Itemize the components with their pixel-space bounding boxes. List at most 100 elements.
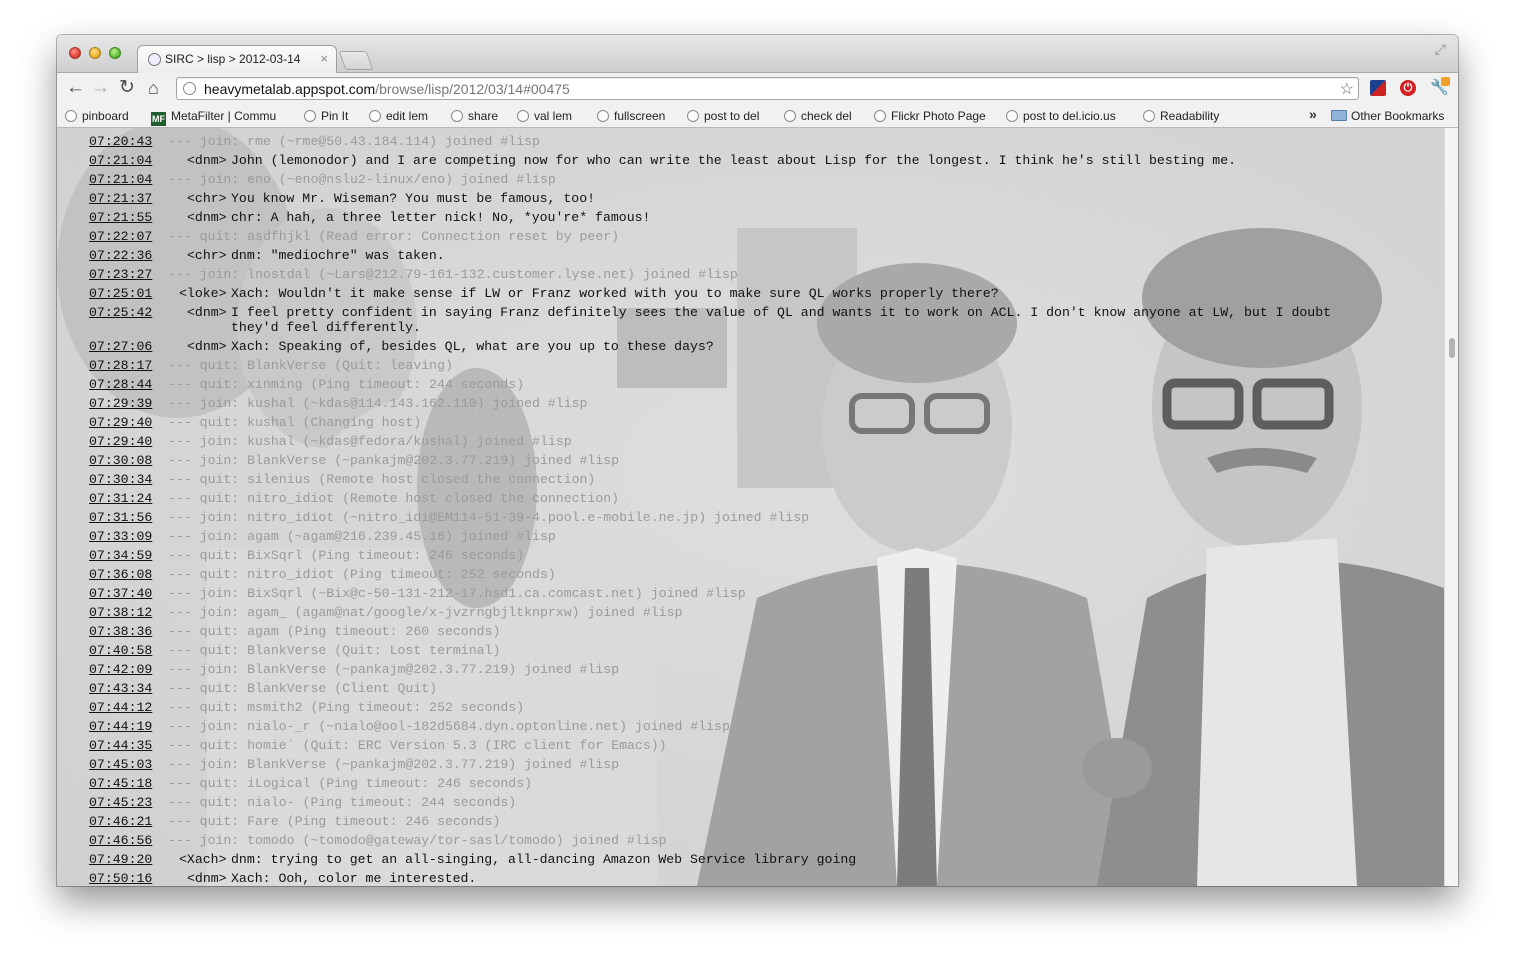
timestamp-link[interactable]: 07:31:56	[89, 510, 152, 525]
log-row: 07:34:59 --- quit: BixSqrl (Ping timeout:…	[89, 546, 1439, 565]
timestamp-link[interactable]: 07:45:23	[89, 795, 152, 810]
message-text: Xach: Speaking of, besides QL, what are …	[231, 339, 714, 354]
timestamp-link[interactable]: 07:25:01	[89, 286, 152, 301]
timestamp-link[interactable]: 07:27:06	[89, 339, 152, 354]
timestamp-link[interactable]: 07:43:34	[89, 681, 152, 696]
timestamp-link[interactable]: 07:25:42	[89, 305, 152, 320]
bookmark-post-to-del[interactable]: post to del	[687, 108, 759, 124]
globe-icon	[687, 110, 699, 122]
globe-icon	[304, 110, 316, 122]
timestamp-link[interactable]: 07:45:03	[89, 757, 152, 772]
bookmark-readability[interactable]: Readability	[1143, 108, 1219, 124]
globe-icon	[148, 53, 161, 66]
timestamp-link[interactable]: 07:46:56	[89, 833, 152, 848]
log-event: --- join: BlankVerse (~pankajm@202.3.77.…	[168, 453, 620, 468]
log-event: --- quit: iLogical (Ping timeout: 246 se…	[168, 776, 533, 791]
timestamp-link[interactable]: 07:44:19	[89, 719, 152, 734]
timestamp-link[interactable]: 07:38:36	[89, 624, 152, 639]
timestamp-link[interactable]: 07:42:09	[89, 662, 152, 677]
log-event: --- quit: Fare (Ping timeout: 246 second…	[168, 814, 501, 829]
tab-close-icon[interactable]: ×	[320, 51, 328, 66]
timestamp-link[interactable]: 07:29:39	[89, 396, 152, 411]
bookmark-pinboard[interactable]: pinboard	[65, 108, 129, 124]
bookmark-label: val lem	[534, 109, 573, 123]
new-tab-button[interactable]	[338, 51, 374, 70]
timestamp-link[interactable]: 07:38:12	[89, 605, 152, 620]
timestamp-link[interactable]: 07:30:08	[89, 453, 152, 468]
fullscreen-icon[interactable]: ⤢	[1435, 41, 1446, 58]
timestamp-link[interactable]: 07:31:24	[89, 491, 152, 506]
timestamp-link[interactable]: 07:21:55	[89, 210, 152, 225]
home-icon[interactable]: ⌂	[148, 78, 159, 98]
nick: <dnm>	[187, 305, 227, 320]
timestamp-link[interactable]: 07:21:04	[89, 153, 152, 168]
bookmark-metafilter[interactable]: MF MetaFilter | Commu	[151, 108, 276, 126]
log-row: 07:31:56 --- join: nitro_idiot (~nitro_id…	[89, 508, 1439, 527]
timestamp-link[interactable]: 07:20:43	[89, 134, 152, 149]
reload-icon[interactable]: ↻	[119, 78, 135, 98]
zoom-window-button[interactable]	[109, 47, 121, 59]
timestamp-link[interactable]: 07:40:58	[89, 643, 152, 658]
minimize-window-button[interactable]	[89, 47, 101, 59]
globe-icon	[1006, 110, 1018, 122]
timestamp-link[interactable]: 07:22:36	[89, 248, 152, 263]
tab-active[interactable]: SIRC > lisp > 2012-03-14 ×	[137, 45, 337, 73]
bookmarks-overflow-icon[interactable]: »	[1309, 106, 1317, 122]
log-row: 07:33:09 --- join: agam (~agam@216.239.45…	[89, 527, 1439, 546]
timestamp-link[interactable]: 07:34:59	[89, 548, 152, 563]
log-event: --- quit: xinming (Ping timeout: 244 sec…	[168, 377, 525, 392]
timestamp-link[interactable]: 07:45:18	[89, 776, 152, 791]
bookmark-share[interactable]: share	[451, 108, 498, 124]
timestamp-link[interactable]: 07:49:20	[89, 852, 152, 867]
bookmark-label: pinboard	[82, 109, 129, 123]
timestamp-link[interactable]: 07:28:17	[89, 358, 152, 373]
timestamp-link[interactable]: 07:44:12	[89, 700, 152, 715]
log-event: --- join: rme (~rme@50.43.184.114) joine…	[168, 134, 540, 149]
globe-icon	[597, 110, 609, 122]
message-text: I feel pretty confident in saying Franz …	[231, 305, 1332, 335]
url-text[interactable]: heavymetalab.appspot.com/browse/lisp/201…	[204, 81, 570, 97]
timestamp-link[interactable]: 07:30:34	[89, 472, 152, 487]
timestamp-link[interactable]: 07:50:16	[89, 871, 152, 886]
other-bookmarks[interactable]: Other Bookmarks	[1331, 108, 1444, 124]
log-event: --- quit: asdfhjkl (Read error: Connecti…	[168, 229, 620, 244]
back-arrow-icon[interactable]: ←	[66, 78, 85, 98]
close-window-button[interactable]	[69, 47, 81, 59]
log-row: 07:27:06 <dnm> Xach: Speaking of, besides …	[89, 337, 1439, 356]
bookmark-val-lem[interactable]: val lem	[517, 108, 572, 124]
bookmark-check-del[interactable]: check del	[784, 108, 852, 124]
forward-arrow-icon[interactable]: →	[91, 78, 110, 98]
timestamp-link[interactable]: 07:28:44	[89, 377, 152, 392]
power-extension-icon[interactable]: ⏻	[1400, 80, 1416, 96]
bookmark-edit-lem[interactable]: edit lem	[369, 108, 428, 124]
scrollbar-thumb[interactable]	[1449, 338, 1455, 358]
timestamp-link[interactable]: 07:44:35	[89, 738, 152, 753]
timestamp-link[interactable]: 07:23:27	[89, 267, 152, 282]
vertical-scrollbar[interactable]	[1444, 128, 1458, 886]
flag-extension-icon[interactable]	[1370, 80, 1386, 96]
bookmark-label: Readability	[1160, 109, 1220, 123]
log-row: 07:38:36 --- quit: agam (Ping timeout: 26…	[89, 622, 1439, 641]
timestamp-link[interactable]: 07:29:40	[89, 415, 152, 430]
bookmark-star-icon[interactable]: ☆	[1340, 79, 1354, 99]
bookmark-post-to-delicious[interactable]: post to del.icio.us	[1006, 108, 1116, 124]
bookmark-fullscreen[interactable]: fullscreen	[597, 108, 665, 124]
timestamp-link[interactable]: 07:22:07	[89, 229, 152, 244]
timestamp-link[interactable]: 07:46:21	[89, 814, 152, 829]
toolbar: ← → ↻ ⌂ heavymetalab.appspot.com/browse/…	[57, 73, 1458, 105]
bookmark-flickr-photo-page[interactable]: Flickr Photo Page	[874, 108, 986, 124]
timestamp-link[interactable]: 07:37:40	[89, 586, 152, 601]
log-row: 07:45:18 --- quit: iLogical (Ping timeout…	[89, 774, 1439, 793]
bookmark-pin-it[interactable]: Pin It	[304, 108, 348, 124]
bookmark-label: Flickr Photo Page	[891, 109, 986, 123]
timestamp-link[interactable]: 07:21:04	[89, 172, 152, 187]
log-row: 07:46:21 --- quit: Fare (Ping timeout: 24…	[89, 812, 1439, 831]
message-text: dnm: trying to get an all-singing, all-d…	[231, 852, 857, 867]
timestamp-link[interactable]: 07:21:37	[89, 191, 152, 206]
nick: <loke>	[179, 286, 227, 301]
timestamp-link[interactable]: 07:36:08	[89, 567, 152, 582]
address-bar[interactable]: heavymetalab.appspot.com/browse/lisp/201…	[176, 77, 1359, 100]
timestamp-link[interactable]: 07:33:09	[89, 529, 152, 544]
timestamp-link[interactable]: 07:29:40	[89, 434, 152, 449]
browser-window: SIRC > lisp > 2012-03-14 × ⤢ ← → ↻ ⌂ hea…	[57, 35, 1458, 886]
